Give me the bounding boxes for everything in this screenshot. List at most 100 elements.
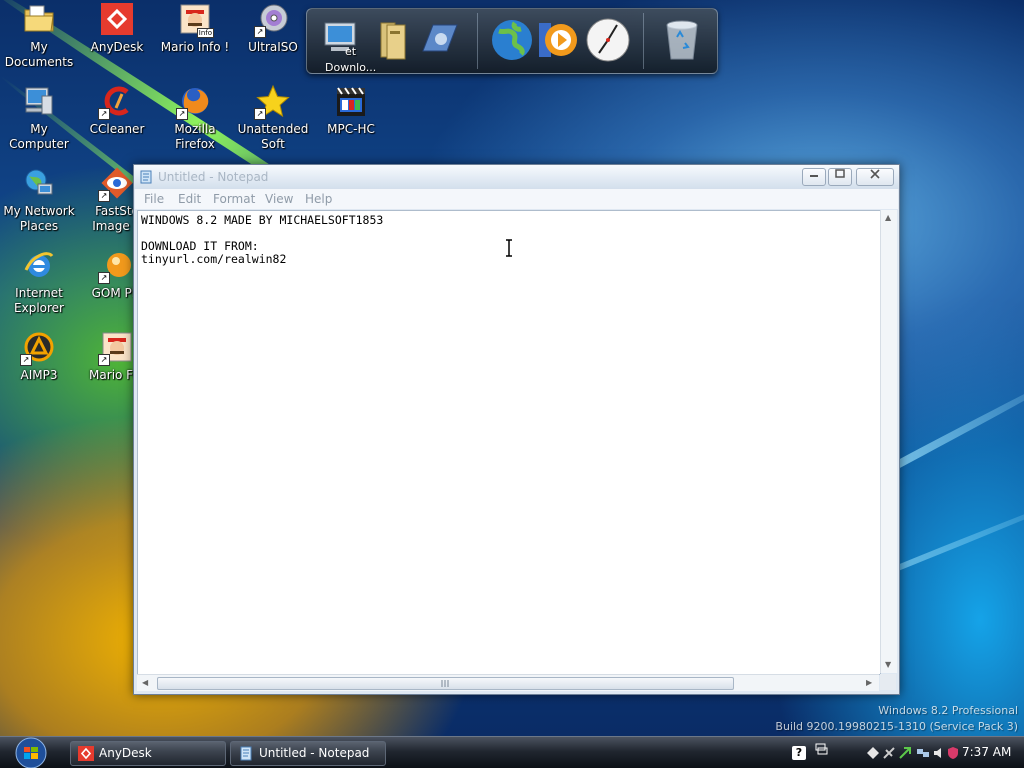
window-title-bar[interactable]: Untitled - Notepad bbox=[134, 165, 899, 189]
notepad-window[interactable]: Untitled - Notepad File Edit Format View… bbox=[133, 164, 900, 695]
taskbar-button-notepad[interactable]: Untitled - Notepad bbox=[230, 741, 386, 766]
scroll-left-icon[interactable]: ◀ bbox=[142, 678, 148, 687]
desktop-icon-mozilla-firefox[interactable]: ↗ Mozilla Firefox bbox=[155, 84, 235, 152]
maximize-icon bbox=[835, 169, 845, 178]
desktop-icon-label: AIMP3 bbox=[20, 368, 58, 382]
network-icon[interactable] bbox=[916, 746, 930, 760]
firefox-icon: ↗ bbox=[176, 84, 212, 120]
start-button[interactable] bbox=[14, 737, 48, 768]
desktop-icon-ultraiso[interactable]: ↗ UltraISO bbox=[233, 2, 313, 55]
scroll-down-icon[interactable]: ▼ bbox=[885, 660, 891, 669]
dock-item-recycle-bin[interactable] bbox=[659, 17, 705, 63]
shortcut-arrow-icon: ↗ bbox=[98, 354, 110, 366]
desktop-icon-unattended-soft[interactable]: ↗ Unattended Soft bbox=[233, 84, 313, 152]
system-tray: ? 7:37 AM bbox=[786, 740, 1024, 766]
clock[interactable]: 7:37 AM bbox=[962, 745, 1011, 759]
close-button[interactable] bbox=[856, 168, 894, 186]
maximize-button[interactable] bbox=[828, 168, 852, 186]
taskbar-button-label: AnyDesk bbox=[99, 746, 152, 760]
language-bar-icon[interactable] bbox=[814, 742, 828, 756]
desktop-icon-anydesk[interactable]: AnyDesk bbox=[77, 2, 157, 55]
drive-icon bbox=[422, 24, 458, 52]
anydesk-tray-icon[interactable] bbox=[866, 746, 880, 760]
close-icon bbox=[870, 169, 880, 179]
grip-icon bbox=[441, 680, 449, 687]
menu-format[interactable]: Format bbox=[213, 192, 255, 206]
desktop-icon-label: My Documents bbox=[4, 40, 74, 69]
text-line: WINDOWS 8.2 MADE BY MICHAELSOFT1853 bbox=[141, 213, 384, 227]
security-shield-icon[interactable] bbox=[946, 746, 960, 760]
menu-view[interactable]: View bbox=[265, 192, 293, 206]
satellite-icon[interactable] bbox=[882, 746, 896, 760]
watermark-build: Build 9200.19980215-1310 (Service Pack 3… bbox=[775, 720, 1018, 733]
desktop-icon-my-documents[interactable]: My Documents bbox=[0, 2, 79, 70]
text-editor[interactable]: WINDOWS 8.2 MADE BY MICHAELSOFT1853 DOWN… bbox=[137, 210, 881, 675]
desktop-icon-mario-info[interactable]: Info Mario Info ! bbox=[155, 2, 235, 55]
dock-item-globe[interactable] bbox=[489, 17, 535, 63]
internet-explorer-icon bbox=[22, 248, 56, 282]
watermark-edition: Windows 8.2 Professional bbox=[878, 704, 1018, 717]
desktop-icon-ccleaner[interactable]: ↗ CCleaner bbox=[77, 84, 157, 137]
menu-help[interactable]: Help bbox=[305, 192, 332, 206]
scroll-right-icon[interactable]: ▶ bbox=[866, 678, 872, 687]
shortcut-arrow-icon: ↗ bbox=[98, 190, 110, 202]
menu-edit[interactable]: Edit bbox=[178, 192, 201, 206]
ccleaner-icon: ↗ bbox=[98, 84, 134, 120]
globe-icon bbox=[492, 20, 532, 60]
desktop-icon-internet-explorer[interactable]: Internet Explorer bbox=[0, 248, 79, 316]
mario-info-badge: Info bbox=[196, 28, 214, 38]
shortcut-arrow-icon: ↗ bbox=[176, 108, 188, 120]
horizontal-scroll-thumb[interactable] bbox=[157, 677, 734, 690]
network-globe-icon bbox=[22, 166, 56, 200]
desktop-icon-label: MPC-HC bbox=[327, 122, 375, 136]
shortcut-arrow-icon: ↗ bbox=[254, 26, 266, 38]
desktop-icon-aimp3[interactable]: ↗ AIMP3 bbox=[0, 330, 79, 383]
desktop-icon-label: CCleaner bbox=[89, 122, 145, 136]
desktop[interactable]: My Documents My Computer My Network Plac… bbox=[0, 0, 1024, 736]
horizontal-scrollbar[interactable]: ◀ ▶ bbox=[137, 674, 879, 691]
folder-documents-icon bbox=[22, 2, 56, 36]
computer-icon bbox=[324, 22, 356, 51]
taskbar-button-anydesk[interactable]: AnyDesk bbox=[70, 741, 226, 766]
help-icon[interactable]: ? bbox=[792, 746, 806, 760]
media-player-icon bbox=[539, 23, 577, 57]
mario-icon: Info bbox=[178, 2, 214, 38]
text-line: DOWNLOAD IT FROM: bbox=[141, 239, 259, 253]
scroll-up-icon[interactable]: ▲ bbox=[885, 213, 891, 222]
shortcut-arrow-icon: ↗ bbox=[98, 272, 110, 284]
anydesk-icon bbox=[100, 2, 134, 36]
menu-bar: File Edit Format View Help bbox=[135, 189, 898, 209]
resize-grip[interactable] bbox=[880, 674, 896, 690]
taskbar: AnyDesk Untitled - Notepad ? 7:37 AM bbox=[0, 736, 1024, 768]
green-arrow-icon[interactable] bbox=[898, 746, 912, 760]
dock-item-clock[interactable] bbox=[585, 17, 631, 63]
dock-item-disk[interactable] bbox=[417, 17, 463, 63]
desktop-icon-label: UltraISO bbox=[248, 40, 298, 54]
dock-bar: et Downlo... bbox=[306, 8, 718, 74]
dock-item-label: Downlo... bbox=[325, 61, 377, 74]
minimize-button[interactable] bbox=[802, 168, 826, 186]
faststone-eye-icon: ↗ bbox=[98, 166, 134, 202]
dock-item-media-player[interactable] bbox=[537, 17, 583, 63]
desktop-icon-label: AnyDesk bbox=[90, 40, 144, 54]
windows-orb-icon bbox=[15, 737, 47, 768]
volume-icon[interactable] bbox=[932, 746, 946, 760]
dock-item-folder[interactable] bbox=[373, 17, 419, 63]
dock-item-computer[interactable]: et Downlo... bbox=[321, 17, 376, 74]
dock-separator bbox=[643, 13, 644, 69]
desktop-icon-label: Internet Explorer bbox=[14, 286, 64, 315]
disc-icon: ↗ bbox=[254, 2, 290, 38]
folder-icon bbox=[380, 22, 406, 60]
taskbar-button-label: Untitled - Notepad bbox=[259, 746, 370, 760]
desktop-icon-my-network-places[interactable]: My Network Places bbox=[0, 166, 79, 234]
desktop-icon-my-computer[interactable]: My Computer bbox=[0, 84, 79, 152]
desktop-icon-mpc-hc[interactable]: MPC-HC bbox=[311, 84, 391, 137]
minimize-icon bbox=[810, 175, 818, 177]
recycle-bin-icon bbox=[666, 20, 698, 60]
clock-icon bbox=[586, 18, 630, 62]
notepad-icon bbox=[240, 746, 252, 761]
dock-item-label: et bbox=[345, 45, 357, 58]
mario-icon: ↗ bbox=[98, 330, 134, 366]
vertical-scrollbar[interactable]: ▲ ▼ bbox=[880, 210, 897, 673]
menu-file[interactable]: File bbox=[144, 192, 164, 206]
